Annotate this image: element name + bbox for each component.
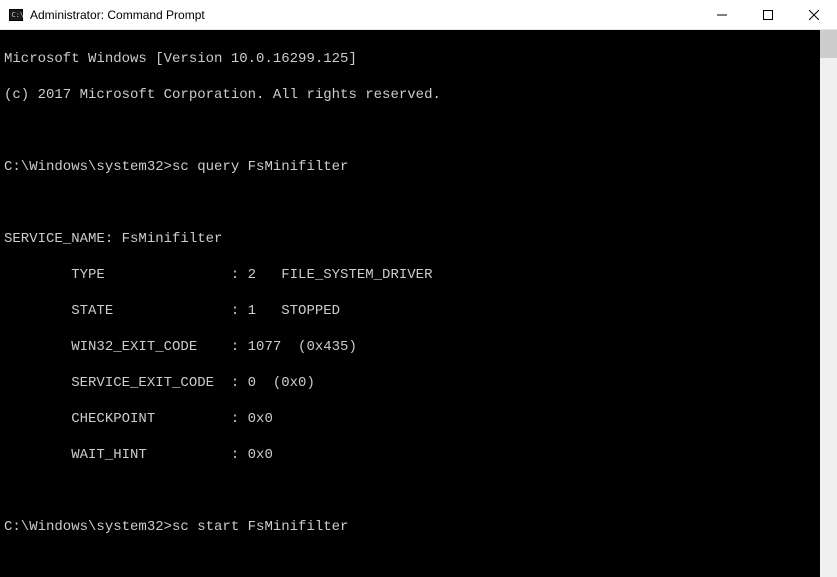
terminal-blank	[4, 122, 833, 140]
terminal-blank	[4, 554, 833, 572]
maximize-button[interactable]	[745, 0, 791, 29]
titlebar-left: C:\ Administrator: Command Prompt	[0, 7, 205, 23]
minimize-button[interactable]	[699, 0, 745, 29]
terminal-line: SERVICE_EXIT_CODE : 0 (0x0)	[4, 374, 833, 392]
terminal-blank	[4, 194, 833, 212]
terminal-line: TYPE : 2 FILE_SYSTEM_DRIVER	[4, 266, 833, 284]
window-controls	[699, 0, 837, 29]
terminal-line: (c) 2017 Microsoft Corporation. All righ…	[4, 86, 833, 104]
terminal-prompt-line: C:\Windows\system32>sc start FsMinifilte…	[4, 518, 833, 536]
window-titlebar: C:\ Administrator: Command Prompt	[0, 0, 837, 30]
scrollbar-track[interactable]	[820, 30, 837, 577]
terminal-line: Microsoft Windows [Version 10.0.16299.12…	[4, 50, 833, 68]
scrollbar-thumb[interactable]	[820, 30, 837, 58]
close-button[interactable]	[791, 0, 837, 29]
window-title: Administrator: Command Prompt	[30, 8, 205, 22]
terminal-blank	[4, 482, 833, 500]
terminal-line: WAIT_HINT : 0x0	[4, 446, 833, 464]
terminal-line: SERVICE_NAME: FsMinifilter	[4, 230, 833, 248]
terminal-line: CHECKPOINT : 0x0	[4, 410, 833, 428]
terminal-line: STATE : 1 STOPPED	[4, 302, 833, 320]
terminal-content[interactable]: Microsoft Windows [Version 10.0.16299.12…	[0, 30, 837, 577]
cmd-icon: C:\	[8, 7, 24, 23]
terminal-prompt-line: C:\Windows\system32>sc query FsMinifilte…	[4, 158, 833, 176]
terminal-line: WIN32_EXIT_CODE : 1077 (0x435)	[4, 338, 833, 356]
svg-text:C:\: C:\	[12, 11, 25, 19]
